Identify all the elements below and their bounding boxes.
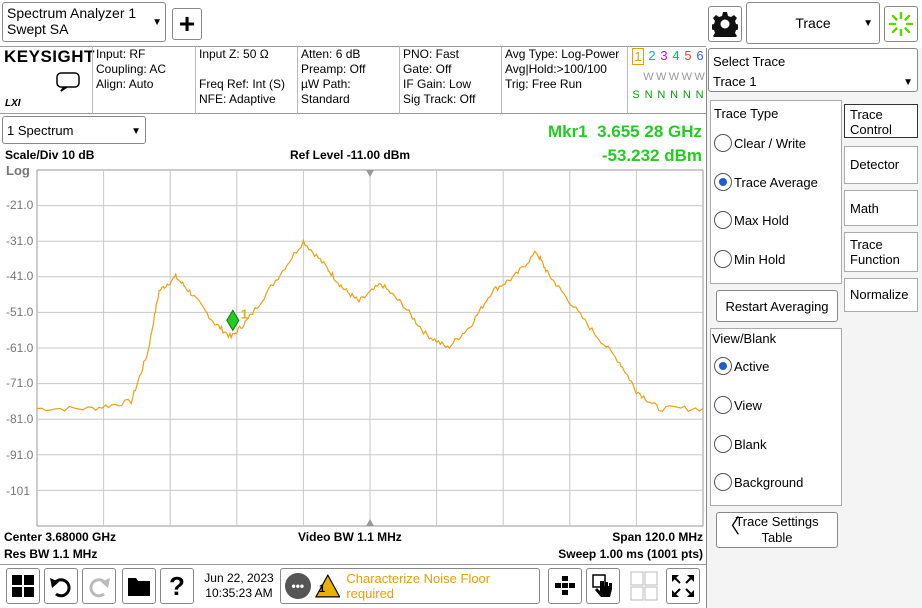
- menu-math[interactable]: Math: [844, 190, 918, 226]
- trace-menu-label: Trace: [795, 15, 831, 31]
- multi-window-icon[interactable]: [630, 571, 658, 601]
- video-bw[interactable]: Video BW 1.1 MHz: [298, 530, 402, 544]
- radio-background[interactable]: Background: [714, 465, 840, 499]
- radio-dot: [714, 211, 732, 229]
- chevron-left-icon: 〈: [720, 516, 740, 538]
- layout-icon: [555, 576, 575, 595]
- view-blank-label: View/Blank: [712, 331, 777, 346]
- sweep-time[interactable]: Sweep 1.00 ms (1001 pts): [500, 547, 703, 561]
- windows-start-button[interactable]: [6, 568, 40, 604]
- marker-1-number: 1: [241, 306, 248, 321]
- radio-dot: [714, 473, 732, 491]
- folder-icon: [128, 578, 150, 596]
- select-trace-dropdown[interactable]: Select Trace Trace 1 ▼: [708, 48, 918, 92]
- menu-trace-control[interactable]: Trace Control: [844, 104, 918, 138]
- menu-detector[interactable]: Detector: [844, 146, 918, 184]
- trace-menu-button[interactable]: Trace ▼: [746, 2, 880, 44]
- message-text: Characterize Noise Floor required: [346, 571, 491, 601]
- radio-dot: [714, 134, 732, 152]
- busy-indicator-button[interactable]: [884, 6, 918, 42]
- gear-icon: [712, 12, 738, 37]
- trace-settings-table-button[interactable]: 〈 Trace Settings Table: [716, 512, 838, 548]
- radio-trace-average[interactable]: Trace Average: [714, 165, 840, 199]
- span[interactable]: Span 120.0 MHz: [520, 530, 703, 544]
- res-bw[interactable]: Res BW 1.1 MHz: [4, 547, 97, 561]
- restart-averaging-button[interactable]: Restart Averaging: [716, 290, 838, 322]
- radio-view[interactable]: View: [714, 388, 840, 422]
- message-bar[interactable]: ••• 1 Characterize Noise Floor required: [280, 568, 540, 604]
- fullscreen-button[interactable]: [666, 568, 700, 604]
- touch-hand-icon: [592, 574, 612, 597]
- file-button[interactable]: [122, 568, 156, 604]
- message-count: 1: [319, 583, 326, 595]
- menu-trace-function[interactable]: Trace Function: [844, 232, 918, 272]
- chevron-down-icon: ▼: [863, 18, 873, 29]
- menu-normalize[interactable]: Normalize: [844, 278, 918, 312]
- touch-mode-button[interactable]: [586, 568, 620, 604]
- center-freq[interactable]: Center 3.68000 GHz: [4, 530, 116, 544]
- spinner-icon: [888, 11, 914, 37]
- graticule: [36, 169, 704, 527]
- chat-icon: •••: [285, 573, 311, 599]
- windows-icon: [12, 575, 34, 597]
- radio-dot-selected: [714, 173, 732, 191]
- settings-button[interactable]: [708, 6, 742, 42]
- undo-button[interactable]: [44, 568, 78, 604]
- redo-button[interactable]: [82, 568, 116, 604]
- radio-dot-selected: [714, 357, 732, 375]
- radio-clear-write[interactable]: Clear / Write: [714, 126, 840, 160]
- radio-dot: [714, 250, 732, 268]
- trace-type-label: Trace Type: [714, 106, 779, 121]
- radio-blank[interactable]: Blank: [714, 427, 840, 461]
- radio-max-hold[interactable]: Max Hold: [714, 203, 840, 237]
- radio-min-hold[interactable]: Min Hold: [714, 242, 840, 276]
- help-button[interactable]: ?: [160, 568, 194, 604]
- radio-dot: [714, 435, 732, 453]
- undo-icon: [50, 578, 71, 598]
- redo-icon: [89, 578, 110, 598]
- date-time: Jun 22, 2023 10:35:23 AM: [204, 571, 274, 600]
- radio-dot: [714, 396, 732, 414]
- radio-active[interactable]: Active: [714, 349, 840, 383]
- window-layout-button[interactable]: [548, 568, 582, 604]
- spectrum-plot[interactable]: 1: [0, 0, 706, 530]
- expand-icon: [672, 575, 694, 597]
- chevron-down-icon: ▼: [903, 77, 913, 88]
